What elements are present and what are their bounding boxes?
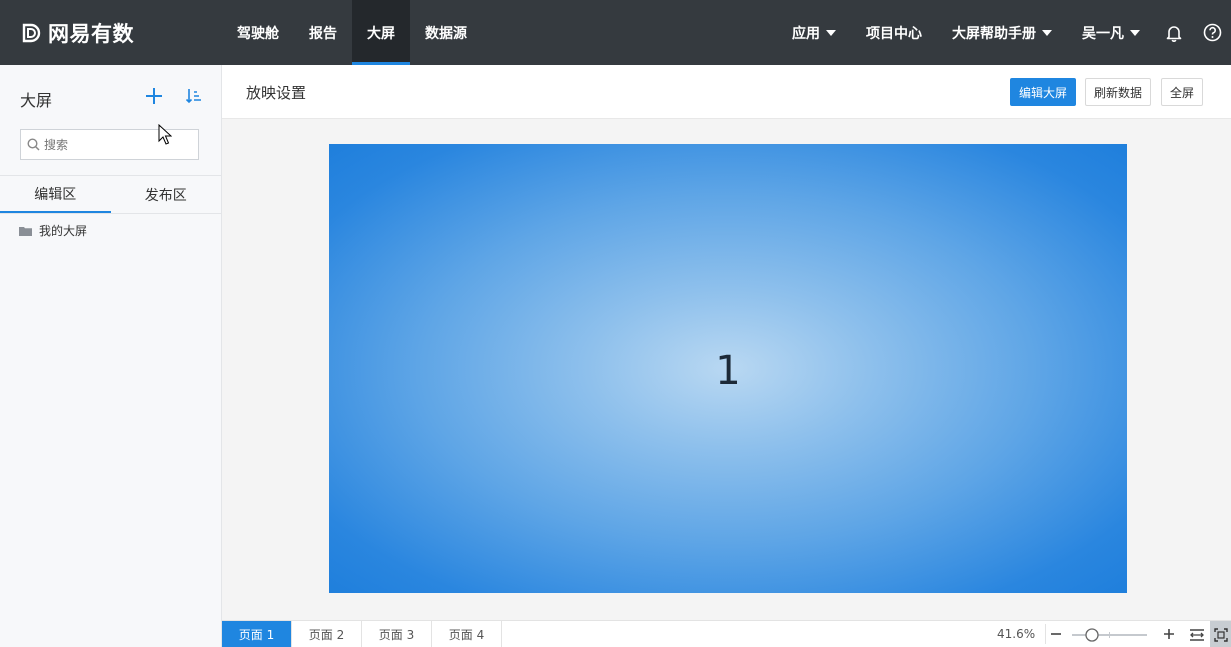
apps-menu[interactable]: 应用 [777, 0, 851, 65]
page-tab-label: 页面 3 [378, 628, 415, 642]
fit-width-button[interactable] [1186, 624, 1208, 646]
folder-icon [19, 226, 32, 236]
search-box[interactable] [20, 129, 199, 160]
top-bar: 网易有数 驾驶舱 报告 大屏 数据源 应用 项目中心 大屏帮助手册 吴一凡 [0, 0, 1231, 65]
help-button[interactable] [1193, 0, 1231, 65]
page-tab-2[interactable]: 页面 2 [292, 621, 362, 647]
main-header: 放映设置 编辑大屏 刷新数据 全屏 [222, 65, 1231, 119]
tab-label: 编辑区 [34, 186, 77, 203]
main-nav: 驾驶舱 报告 大屏 数据源 [222, 0, 482, 65]
sidebar-title: 大屏 [20, 91, 53, 110]
nav-label: 报告 [309, 25, 337, 42]
nav-label: 数据源 [425, 25, 467, 42]
nav-label: 驾驶舱 [237, 25, 279, 42]
zoom-slider[interactable] [1072, 628, 1147, 642]
page-tab-label: 页面 4 [448, 628, 485, 642]
refresh-data-button[interactable]: 刷新数据 [1085, 78, 1152, 106]
zoom-level: 41.6% [997, 627, 1036, 641]
help-icon [1203, 23, 1221, 42]
tab-edit-area[interactable]: 编辑区 [0, 176, 111, 213]
chevron-down-icon [1130, 29, 1140, 36]
search-input[interactable] [44, 137, 184, 152]
right-nav: 应用 项目中心 大屏帮助手册 吴一凡 [777, 0, 1231, 65]
page-title: 放映设置 [246, 84, 307, 102]
nav-item-cockpit[interactable]: 驾驶舱 [222, 0, 294, 65]
screen-preview-canvas[interactable]: 1 [329, 144, 1127, 593]
fit-width-icon [1190, 629, 1204, 641]
help-manual-menu[interactable]: 大屏帮助手册 [937, 0, 1067, 65]
bell-icon [1166, 25, 1182, 42]
project-center-link[interactable]: 项目中心 [851, 0, 937, 65]
fit-screen-button[interactable] [1210, 621, 1231, 647]
nav-item-data-source[interactable]: 数据源 [410, 0, 482, 65]
apps-label: 应用 [792, 25, 820, 42]
project-center-label: 项目中心 [866, 25, 922, 42]
search-icon [27, 138, 40, 151]
bottom-bar: 页面 1 页面 2 页面 3 页面 4 41.6% [222, 620, 1231, 647]
logo-text: 网易有数 [48, 22, 134, 46]
notification-button[interactable] [1155, 0, 1193, 65]
sidebar-tabs: 编辑区 发布区 [0, 175, 221, 214]
user-name: 吴一凡 [1082, 25, 1124, 42]
zoom-out-button[interactable] [1045, 624, 1065, 644]
nav-label: 大屏 [367, 25, 395, 42]
tree-item-label: 我的大屏 [39, 224, 88, 238]
fullscreen-button[interactable]: 全屏 [1161, 78, 1204, 106]
add-icon[interactable] [143, 85, 165, 107]
tab-label: 发布区 [144, 187, 187, 204]
sidebar: 大屏 编辑区 发布区 我的大屏 [0, 65, 222, 647]
page-tab-4[interactable]: 页面 4 [432, 621, 502, 647]
user-menu[interactable]: 吴一凡 [1067, 0, 1155, 65]
nav-item-big-screen[interactable]: 大屏 [352, 0, 410, 65]
page-tab-3[interactable]: 页面 3 [362, 621, 432, 647]
page-tab-label: 页面 2 [308, 628, 345, 642]
chevron-down-icon [1042, 29, 1052, 36]
zoom-in-button[interactable] [1159, 624, 1179, 644]
chevron-down-icon [826, 29, 836, 36]
nav-item-report[interactable]: 报告 [294, 0, 352, 65]
plus-icon [1164, 629, 1174, 639]
edit-screen-button[interactable]: 编辑大屏 [1010, 78, 1077, 106]
tab-publish-area[interactable]: 发布区 [111, 176, 222, 213]
fit-screen-icon [1213, 627, 1228, 642]
help-manual-label: 大屏帮助手册 [952, 25, 1036, 42]
page-tab-1[interactable]: 页面 1 [222, 621, 292, 647]
tree-item-my-screens[interactable]: 我的大屏 [19, 222, 87, 239]
canvas-page-number: 1 [715, 347, 741, 394]
logo[interactable]: 网易有数 [20, 19, 134, 47]
page-tab-label: 页面 1 [238, 628, 275, 642]
logo-icon [22, 23, 41, 43]
sort-icon[interactable] [184, 86, 204, 106]
minus-icon [1050, 633, 1061, 635]
main-panel: 放映设置 编辑大屏 刷新数据 全屏 1 页面 1 页面 2 页面 3 页面 4 … [222, 65, 1231, 647]
